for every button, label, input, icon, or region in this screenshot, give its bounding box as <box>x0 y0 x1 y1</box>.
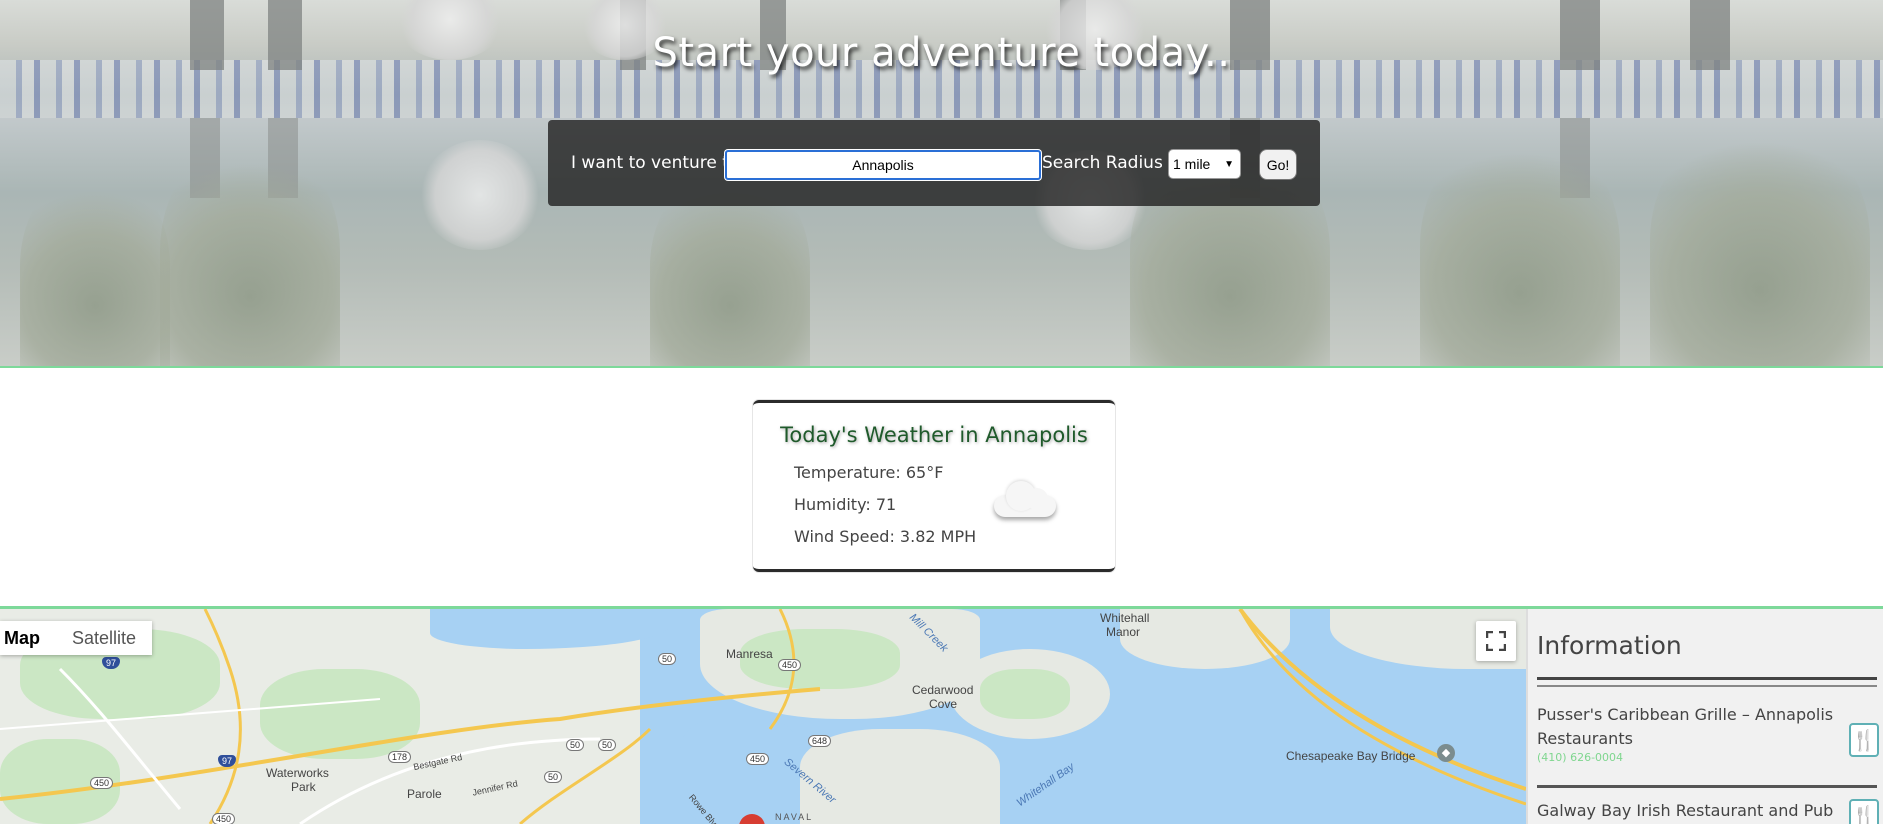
restaurant-icon[interactable]: 🍴 <box>1849 799 1879 824</box>
place-item[interactable]: Pusser's Caribbean Grille – Annapolis Re… <box>1537 703 1872 764</box>
map-label: Manresa <box>726 647 773 661</box>
map-label: Whitehall <box>1100 611 1150 625</box>
weather-temperature: Temperature: 65°F <box>794 463 944 482</box>
information-panel: Information Pusser's Caribbean Grille – … <box>1526 609 1883 824</box>
map-label: Waterworks <box>266 766 329 780</box>
landmark-icon[interactable]: ◆ <box>1437 744 1455 762</box>
map-type-map-button[interactable]: Map <box>0 621 56 655</box>
fullscreen-button[interactable] <box>1476 621 1516 661</box>
map-type-control: Map Satellite <box>0 621 153 655</box>
weather-title: Today's Weather in Annapolis <box>780 423 1088 447</box>
route-shield: 450 <box>212 813 236 824</box>
route-shield: 50 <box>544 771 563 783</box>
search-radius-value: 1 mile <box>1173 156 1211 172</box>
cloud-icon <box>988 475 1058 519</box>
hero-palm-reflection <box>1650 116 1870 366</box>
hero-title: Start your adventure today.. <box>652 30 1231 76</box>
map-label: Cove <box>929 697 958 711</box>
go-button[interactable]: Go! <box>1259 149 1297 180</box>
weather-card: Today's Weather in Annapolis Temperature… <box>753 400 1115 572</box>
route-shield: 648 <box>808 735 832 747</box>
hero-palm-reflection <box>20 166 170 366</box>
route-shield: 450 <box>746 753 770 765</box>
route-shield: 50 <box>598 739 617 751</box>
destination-label: I want to venture to <box>571 153 740 173</box>
weather-wind-speed: Wind Speed: 3.82 MPH <box>794 527 977 546</box>
map-label: NAVAL <box>775 812 814 822</box>
place-item[interactable]: Galway Bay Irish Restaurant and Pub <box>1537 799 1872 823</box>
map-canvas[interactable]: Whitehall Manor Manresa Cedarwood Cove W… <box>0 609 1526 824</box>
search-radius-label: Search Radius <box>1042 153 1163 173</box>
map-label: Park <box>291 780 316 794</box>
map-roads <box>0 609 1526 824</box>
weather-humidity: Humidity: 71 <box>794 495 897 514</box>
place-divider <box>1537 785 1877 788</box>
hero-sphere-reflection <box>420 140 540 250</box>
place-name: Galway Bay Irish Restaurant and Pub <box>1537 801 1834 820</box>
place-phone: (410) 626-0004 <box>1537 751 1624 764</box>
route-shield: 450 <box>778 659 802 671</box>
map-label: Cedarwood <box>912 683 974 697</box>
route-shield: 50 <box>658 653 677 665</box>
hero-palm-reflection <box>160 136 340 366</box>
hero-palm-reflection <box>1420 126 1620 366</box>
route-shield: 450 <box>90 777 114 789</box>
route-shield: 50 <box>566 739 585 751</box>
information-divider <box>1537 677 1877 687</box>
map-type-satellite-button[interactable]: Satellite <box>56 621 152 655</box>
route-shield: 178 <box>388 751 412 763</box>
fullscreen-icon <box>1486 631 1506 651</box>
chevron-down-icon: ▼ <box>1224 158 1234 170</box>
map-label: Chesapeake Bay Bridge <box>1286 749 1416 763</box>
destination-input[interactable] <box>725 150 1041 180</box>
place-name: Pusser's Caribbean Grille – Annapolis Re… <box>1537 705 1834 748</box>
search-radius-select[interactable]: 1 mile ▼ <box>1168 149 1241 179</box>
search-bar: I want to venture to Search Radius 1 mil… <box>548 120 1320 206</box>
restaurant-icon[interactable]: 🍴 <box>1849 723 1879 757</box>
hero-banner: Start your adventure today.. I want to v… <box>0 0 1883 368</box>
map-label: Manor <box>1106 625 1141 639</box>
information-title: Information <box>1537 631 1682 660</box>
map-section: Whitehall Manor Manresa Cedarwood Cove W… <box>0 606 1883 824</box>
map-label: Parole <box>407 787 442 801</box>
